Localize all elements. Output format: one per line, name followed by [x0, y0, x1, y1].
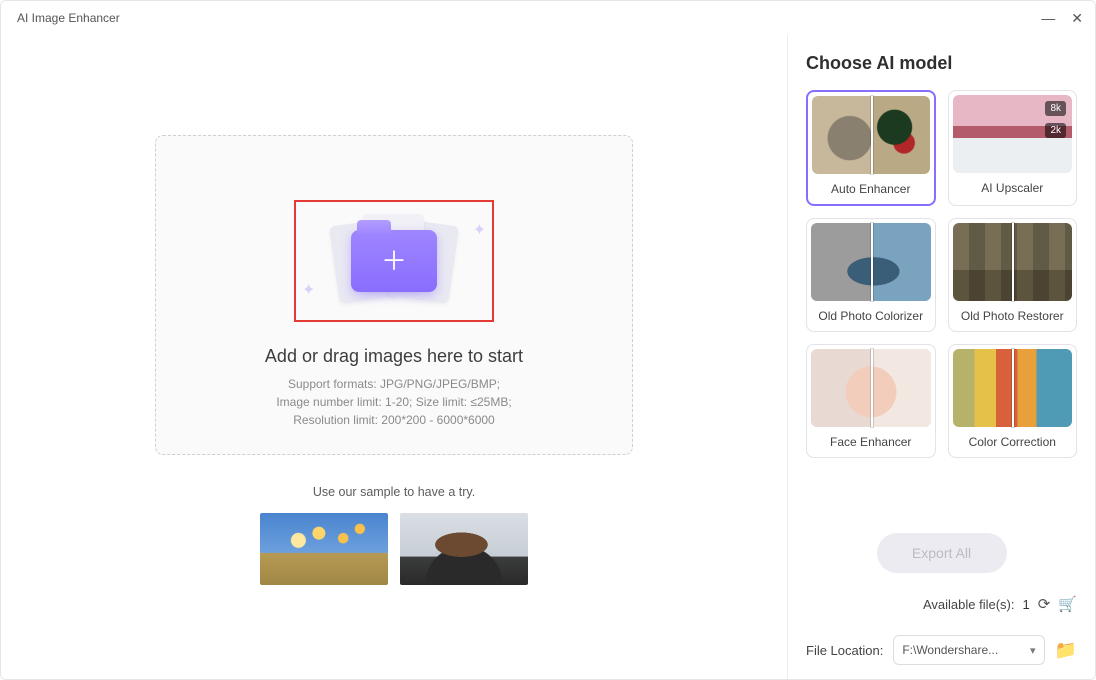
badge-2k: 2k — [1045, 123, 1066, 138]
dropzone-graphic: ✦ ✦ ＋ — [294, 200, 494, 322]
split-line-icon — [871, 96, 873, 174]
dropzone-resolution: Resolution limit: 200*200 - 6000*6000 — [276, 411, 511, 429]
model-thumb — [953, 223, 1073, 301]
dropzone[interactable]: ✦ ✦ ＋ Add or drag images here to start S… — [155, 135, 633, 455]
file-location-label: File Location: — [806, 643, 883, 658]
split-line-icon — [1012, 223, 1014, 301]
model-face-enhancer[interactable]: Face Enhancer — [806, 344, 936, 458]
sparkle-icon: ✦ — [473, 220, 486, 240]
model-auto-enhancer[interactable]: Auto Enhancer — [806, 90, 936, 206]
sidebar-spacer — [806, 458, 1077, 533]
file-location-select[interactable]: F:\Wondershare... ▾ — [893, 635, 1044, 665]
model-label: Color Correction — [969, 427, 1056, 457]
folder-plus-icon: ＋ — [351, 230, 437, 292]
browse-folder-icon[interactable]: 📁 — [1055, 640, 1077, 661]
model-thumb — [953, 349, 1073, 427]
dropzone-formats: Support formats: JPG/PNG/JPEG/BMP; — [276, 375, 511, 393]
model-old-photo-colorizer[interactable]: Old Photo Colorizer — [806, 218, 936, 332]
model-thumb: 8k 2k — [953, 95, 1073, 173]
model-old-photo-restorer[interactable]: Old Photo Restorer — [948, 218, 1078, 332]
sample-image-balloons[interactable] — [260, 513, 388, 585]
model-label: Auto Enhancer — [831, 174, 910, 204]
dropzone-limits: Image number limit: 1-20; Size limit: ≤2… — [276, 393, 511, 411]
model-grid: Auto Enhancer 8k 2k AI Upscaler Old Phot… — [806, 90, 1077, 458]
split-line-icon — [871, 223, 873, 301]
sparkle-icon: ✦ — [302, 280, 315, 300]
model-thumb — [811, 349, 931, 427]
model-thumb — [811, 223, 931, 301]
model-label: Old Photo Restorer — [961, 301, 1064, 331]
window-controls: — ✕ — [1041, 10, 1083, 27]
sidebar-heading: Choose AI model — [806, 53, 1077, 74]
split-line-icon — [1012, 349, 1014, 427]
cart-icon[interactable]: 🛒 — [1058, 595, 1077, 613]
main-panel: ✦ ✦ ＋ Add or drag images here to start S… — [1, 35, 787, 679]
window-title: AI Image Enhancer — [17, 11, 120, 25]
file-location-row: File Location: F:\Wondershare... ▾ 📁 — [806, 635, 1077, 665]
split-line-icon — [871, 349, 873, 427]
model-label: Face Enhancer — [830, 427, 911, 457]
app-window: AI Image Enhancer — ✕ ✦ ✦ ＋ — [0, 0, 1096, 680]
model-ai-upscaler[interactable]: 8k 2k AI Upscaler — [948, 90, 1078, 206]
titlebar: AI Image Enhancer — ✕ — [1, 1, 1095, 35]
available-files-row: Available file(s): 1 ⟳ 🛒 — [806, 595, 1077, 613]
dropzone-subtext: Support formats: JPG/PNG/JPEG/BMP; Image… — [276, 375, 511, 429]
badge-8k: 8k — [1045, 101, 1066, 116]
available-files-label: Available file(s): — [923, 597, 1015, 612]
close-icon[interactable]: ✕ — [1071, 10, 1083, 27]
model-color-correction[interactable]: Color Correction — [948, 344, 1078, 458]
model-label: AI Upscaler — [981, 173, 1043, 203]
minimize-icon[interactable]: — — [1041, 10, 1055, 26]
export-all-button[interactable]: Export All — [877, 533, 1007, 573]
model-thumb — [812, 96, 930, 174]
dropzone-headline: Add or drag images here to start — [265, 346, 523, 367]
plus-icon: ＋ — [381, 248, 407, 274]
chevron-down-icon: ▾ — [1030, 644, 1036, 657]
body: ✦ ✦ ＋ Add or drag images here to start S… — [1, 35, 1095, 679]
available-files-count: 1 — [1023, 597, 1030, 612]
refresh-icon[interactable]: ⟳ — [1038, 595, 1051, 613]
sample-label: Use our sample to have a try. — [313, 485, 475, 499]
document-stack-icon: ✦ ✦ ＋ — [324, 216, 464, 306]
file-location-value: F:\Wondershare... — [902, 643, 998, 657]
sample-row — [260, 513, 528, 585]
model-label: Old Photo Colorizer — [818, 301, 923, 331]
sample-image-hat[interactable] — [400, 513, 528, 585]
sidebar: Choose AI model Auto Enhancer 8k 2k AI U… — [787, 35, 1095, 679]
